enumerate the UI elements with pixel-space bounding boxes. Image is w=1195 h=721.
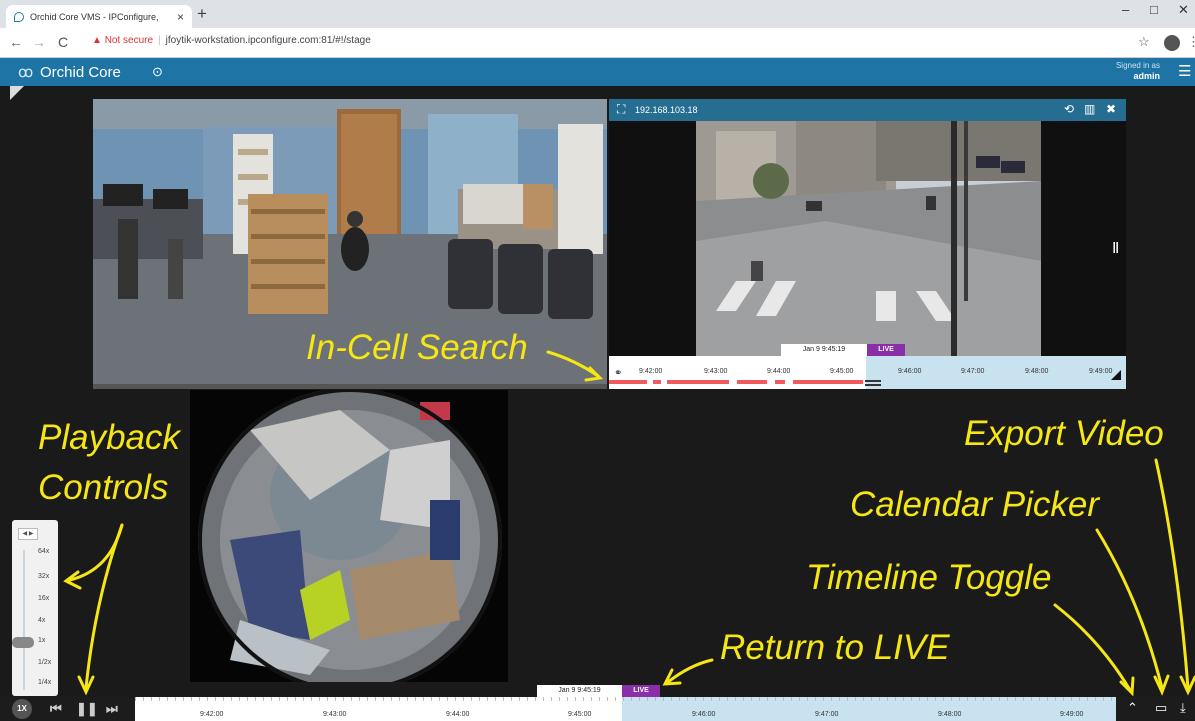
signed-in-label: Signed in as	[1115, 61, 1160, 70]
skip-forward-icon[interactable]: ⏭	[106, 701, 118, 717]
recording-segment	[609, 380, 647, 384]
skip-back-icon[interactable]: ⏮	[50, 701, 62, 717]
main-timeline-tick: 9:47:00	[815, 711, 839, 718]
forward-button[interactable]: →	[32, 34, 46, 50]
main-timeline-ruler	[135, 697, 1116, 701]
annotation-export-video: Export Video	[964, 414, 1164, 453]
annotation-playback-line1: Playback	[38, 418, 181, 457]
fisheye-camera-feed	[190, 390, 508, 682]
speed-label: 4x	[38, 617, 46, 624]
playback-speed-slider[interactable]: ◀ ▶ 64x 32x 16x 4x 1x 1/2x 1/4x	[12, 520, 58, 696]
profile-avatar[interactable]	[1164, 35, 1180, 51]
main-timeline-tick: 9:46:00	[692, 711, 716, 718]
video-cell-street[interactable]: ⛶ 192.168.103.18 ⟲ ▥ ✖ Ⅱ Jan 9 9:45:19 L…	[609, 99, 1126, 389]
recording-segment	[667, 380, 729, 384]
timeline-tick: 9:47:00	[961, 368, 985, 375]
browser-tab-bar: Orchid Core VMS - IPConfigure, × + – □ ✕	[0, 0, 1195, 28]
speed-track[interactable]	[23, 550, 25, 690]
camera-ip-label: 192.168.103.18	[635, 105, 698, 115]
play-pause-icon[interactable]: ❚❚	[76, 701, 98, 717]
speed-label: 1/2x	[38, 659, 52, 666]
browser-tab[interactable]: Orchid Core VMS - IPConfigure, ×	[6, 5, 192, 28]
new-tab-button[interactable]: +	[197, 4, 207, 24]
street-camera-feed	[696, 121, 1041, 356]
annotation-playback-line2: Controls	[38, 468, 169, 507]
orchid-core-page: Orchid Core VMS - IPConfigure, × + – □ ✕…	[0, 0, 1195, 721]
speed-label: 1x	[38, 637, 46, 644]
recording-segment	[793, 380, 863, 384]
recording-segment	[737, 380, 767, 384]
url-text: jfoytik-workstation.ipconfigure.com:81/#…	[165, 35, 371, 46]
warning-icon: ▲	[92, 35, 102, 46]
timeline-tick: 9:42:00	[639, 368, 663, 375]
search-icon[interactable]: ⟲	[1064, 102, 1074, 116]
pause-icon[interactable]: Ⅱ	[1112, 239, 1119, 257]
timeline-tick: 9:45:00	[830, 368, 854, 375]
dashboard-icon[interactable]: ⊙	[152, 64, 163, 80]
cell-live-badge[interactable]: LIVE	[867, 344, 905, 356]
speed-label: 1/4x	[38, 679, 52, 686]
speed-label: 16x	[38, 595, 50, 602]
speed-label: 64x	[38, 548, 50, 555]
in-cell-search-icon[interactable]: ⚭	[614, 368, 622, 379]
timeline-tick: 9:43:00	[704, 368, 728, 375]
window-maximize-button[interactable]: □	[1150, 2, 1158, 17]
recording-segment	[653, 380, 661, 384]
main-timeline-tick: 9:44:00	[446, 711, 470, 718]
stats-icon[interactable]: ▥	[1084, 102, 1095, 116]
timeline-tick: 9:48:00	[1025, 368, 1049, 375]
calendar-icon[interactable]: ▭	[1155, 700, 1167, 716]
speed-label: 32x	[38, 573, 50, 580]
back-button[interactable]: ←	[9, 34, 23, 50]
timeline-tick: 9:44:00	[767, 368, 791, 375]
orchid-favicon-icon	[14, 11, 24, 22]
timeline-expand-icon[interactable]	[1111, 370, 1121, 380]
speed-badge-button[interactable]: 1X	[12, 699, 32, 719]
speed-arrows-button[interactable]: ◀ ▶	[18, 528, 38, 540]
annotation-timeline-toggle: Timeline Toggle	[806, 558, 1052, 597]
url-field[interactable]: ▲ Not secure | jfoytik-workstation.ipconfi…	[92, 35, 371, 46]
hamburger-menu-icon[interactable]: ☰	[1178, 62, 1191, 80]
window-close-button[interactable]: ✕	[1178, 2, 1189, 18]
cell-header-bar: ⛶ 192.168.103.18 ⟲ ▥ ✖	[609, 99, 1126, 121]
signed-in-user[interactable]: admin	[1104, 71, 1160, 81]
timeline-tick: 9:46:00	[898, 368, 922, 375]
timeline-cursor[interactable]	[865, 380, 881, 386]
main-timestamp: Jan 9 9:45:19	[537, 685, 622, 697]
video-cell-fisheye[interactable]	[190, 390, 508, 682]
timeline-tick: 9:49:00	[1089, 368, 1113, 375]
fullscreen-icon[interactable]: ⛶	[617, 102, 625, 117]
main-timeline-tick: 9:42:00	[200, 711, 224, 718]
main-timeline-tick: 9:49:00	[1060, 711, 1084, 718]
cell-timeline[interactable]: ⚭ 9:42:00 9:43:00 9:44:00 9:45:00 9:46:0…	[609, 356, 1126, 389]
window-minimize-button[interactable]: –	[1122, 2, 1129, 17]
main-timeline-tick: 9:45:00	[568, 711, 592, 718]
tab-title: Orchid Core VMS - IPConfigure,	[30, 11, 159, 22]
annotation-in-cell-search: In-Cell Search	[306, 328, 528, 367]
recording-segment	[775, 380, 785, 384]
download-icon[interactable]: ⤓	[1180, 700, 1186, 716]
browser-address-bar: ← → C ▲ Not secure | jfoytik-workstation.i…	[0, 28, 1195, 58]
stage-corner-toggle[interactable]	[10, 86, 24, 100]
annotation-calendar-picker: Calendar Picker	[850, 485, 1099, 524]
app-header: ꝏ Orchid Core ⊙ Signed in as admin ☰	[0, 58, 1195, 86]
reload-button[interactable]: C	[58, 34, 68, 50]
chevron-up-icon[interactable]: ⌃	[1127, 700, 1138, 716]
return-to-live-button[interactable]: LIVE	[622, 685, 660, 697]
app-brand: Orchid Core	[40, 64, 121, 81]
bookmark-star-icon[interactable]: ☆	[1138, 34, 1150, 50]
orchid-logo-icon: ꝏ	[18, 64, 34, 81]
speed-thumb[interactable]	[12, 637, 34, 648]
cell-timestamp: Jan 9 9:45:19	[781, 344, 867, 356]
tab-close-button[interactable]: ×	[177, 10, 184, 24]
main-timeline-tick: 9:48:00	[938, 711, 962, 718]
main-timeline-tick: 9:43:00	[323, 711, 347, 718]
not-secure-label: Not secure	[104, 35, 154, 46]
annotation-return-live: Return to LIVE	[720, 628, 950, 667]
browser-menu-button[interactable]: ⋮	[1187, 34, 1195, 50]
close-icon[interactable]: ✖	[1106, 102, 1116, 116]
